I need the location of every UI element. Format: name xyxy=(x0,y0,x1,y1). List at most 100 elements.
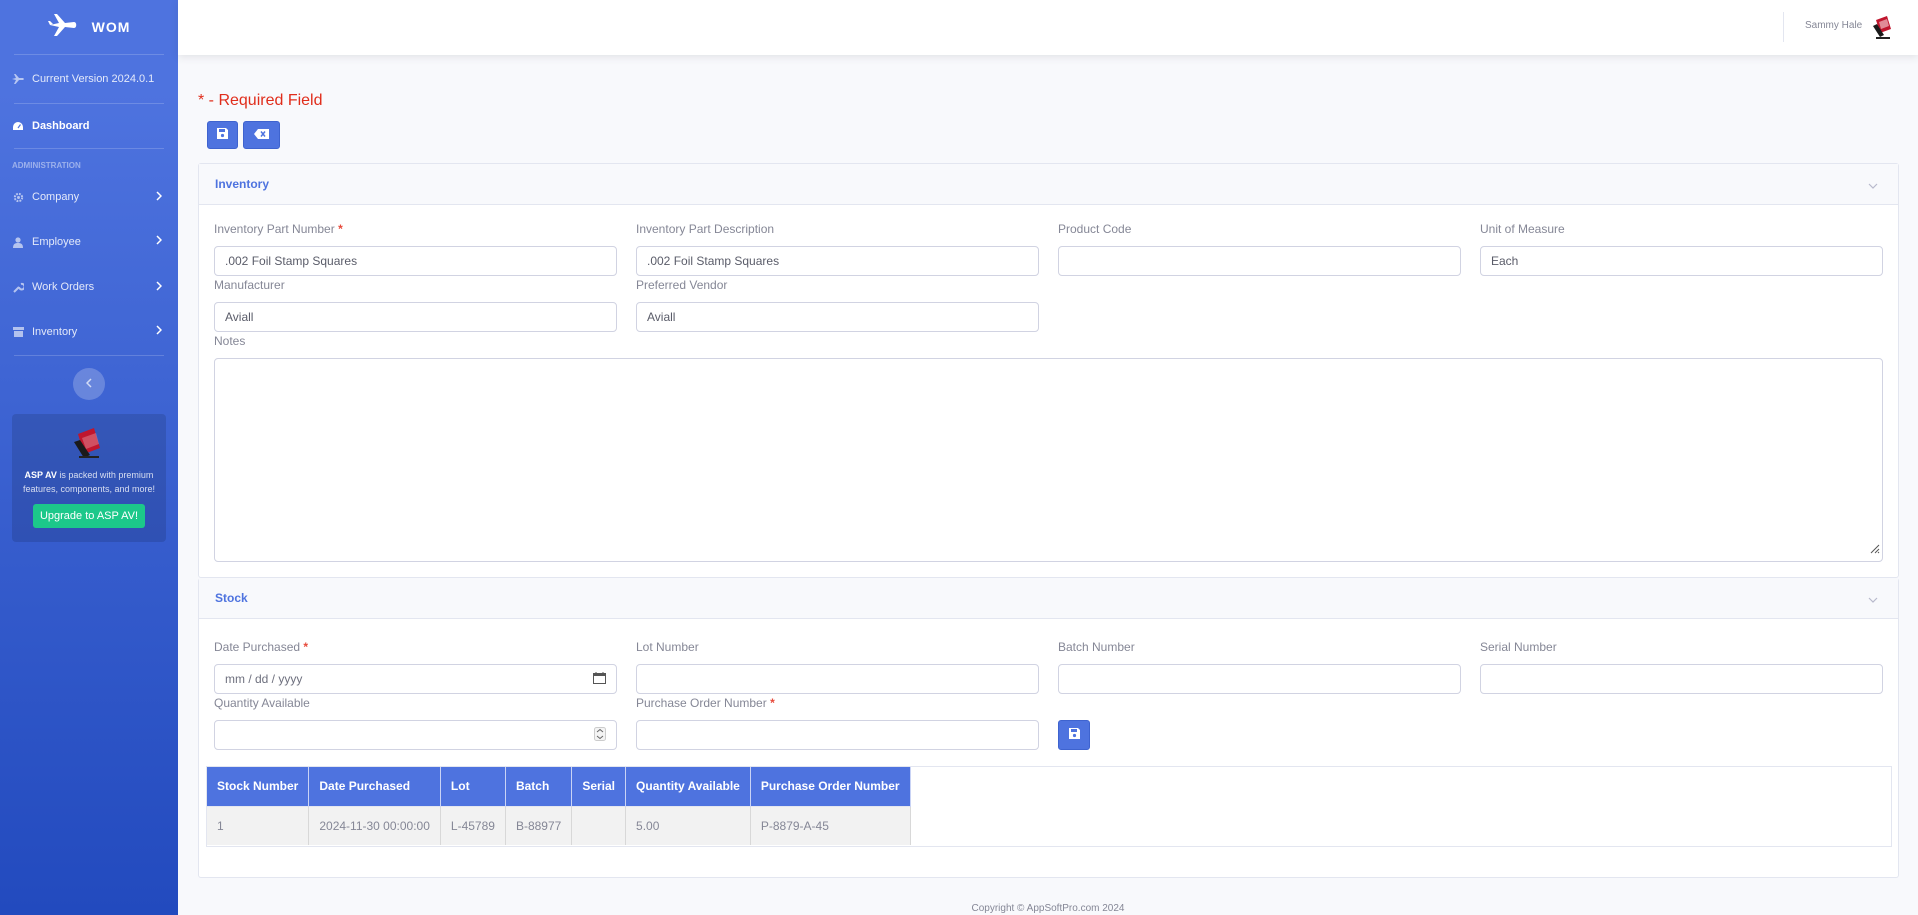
user-name[interactable]: Sammy Hale xyxy=(1805,20,1862,31)
calendar-icon[interactable] xyxy=(593,671,606,687)
table-cell: 1 xyxy=(207,805,310,845)
sidebar-item-label: Company xyxy=(32,191,80,203)
sidebar-brand[interactable]: WOM xyxy=(0,0,178,54)
chevron-down-icon[interactable] xyxy=(1868,592,1878,606)
save-button[interactable] xyxy=(207,121,238,149)
unit-of-measure-input[interactable]: Each xyxy=(1480,246,1883,276)
resize-handle-icon[interactable] xyxy=(1868,541,1880,559)
chevron-down-icon[interactable] xyxy=(1868,178,1878,192)
date-purchased-label: Date Purchased * xyxy=(214,640,308,654)
chevron-right-icon xyxy=(156,281,163,294)
manufacturer-input[interactable]: Aviall xyxy=(214,302,617,332)
required-mark: * xyxy=(303,640,309,654)
purchase-order-label: Purchase Order Number * xyxy=(636,696,775,710)
chevron-right-icon xyxy=(156,235,163,248)
sidebar-item-company[interactable]: Company xyxy=(0,175,178,219)
user-icon xyxy=(12,236,24,248)
chevron-right-icon xyxy=(156,325,163,338)
table-cell: P-8879-A-45 xyxy=(750,805,911,845)
sidebar-toggle-button[interactable] xyxy=(73,368,105,400)
column-header[interactable]: Quantity Available xyxy=(625,767,751,806)
input-value: Aviall xyxy=(647,310,676,324)
sidebar-item-label: Work Orders xyxy=(32,281,95,293)
quantity-available-label: Quantity Available xyxy=(214,696,310,710)
save-stock-button[interactable] xyxy=(1058,720,1090,750)
sidebar-item-inventory[interactable]: Inventory xyxy=(0,309,178,355)
stock-table: Stock Number Date Purchased Lot Batch Se… xyxy=(207,767,911,845)
batch-number-input[interactable] xyxy=(1058,664,1461,694)
column-header[interactable]: Purchase Order Number xyxy=(750,767,911,806)
date-purchased-input[interactable]: mm / dd / yyyy xyxy=(214,664,617,694)
column-header[interactable]: Stock Number xyxy=(207,767,310,806)
chevron-right-icon xyxy=(156,191,163,204)
column-header[interactable]: Lot xyxy=(440,767,506,806)
preferred-vendor-input[interactable]: Aviall xyxy=(636,302,1039,332)
avatar[interactable] xyxy=(1870,14,1896,40)
divider xyxy=(14,355,164,356)
notes-textarea[interactable] xyxy=(214,358,1883,562)
spinner-arrows-icon[interactable] xyxy=(594,726,606,744)
sidebar-item-label: Inventory xyxy=(32,326,78,338)
footer-copyright: Copyright © AppSoftPro.com 2024 xyxy=(971,903,1125,914)
chevron-left-icon xyxy=(85,375,92,393)
inventory-card-header[interactable]: Inventory xyxy=(199,164,1898,205)
stock-card-header[interactable]: Stock xyxy=(199,578,1898,619)
label-text: Date Purchased xyxy=(214,640,301,654)
brand-name: WOM xyxy=(91,19,131,35)
preferred-vendor-label: Preferred Vendor xyxy=(636,278,728,292)
lot-number-input[interactable] xyxy=(636,664,1039,694)
sidebar-item-employee[interactable]: Employee xyxy=(0,219,178,265)
table-cell: L-45789 xyxy=(440,805,506,845)
required-mark: * xyxy=(338,222,343,236)
topbar-divider xyxy=(1783,12,1784,42)
serial-number-input[interactable] xyxy=(1480,664,1883,694)
unit-of-measure-label: Unit of Measure xyxy=(1480,222,1565,236)
product-code-input[interactable] xyxy=(1058,246,1461,276)
batch-number-label: Batch Number xyxy=(1058,640,1135,654)
manufacturer-label: Manufacturer xyxy=(214,278,285,292)
table-row[interactable]: 1 2024-11-30 00:00:00 L-45789 B-88977 5.… xyxy=(207,805,911,845)
table-header-row: Stock Number Date Purchased Lot Batch Se… xyxy=(207,767,911,806)
topbar: Sammy Hale xyxy=(178,0,1918,55)
serial-number-label: Serial Number xyxy=(1480,640,1557,654)
table-cell: 2024-11-30 00:00:00 xyxy=(308,805,441,845)
part-description-label: Inventory Part Description xyxy=(636,222,775,236)
backspace-icon xyxy=(254,126,269,144)
purchase-order-input[interactable] xyxy=(636,720,1039,750)
table-cell: B-88977 xyxy=(505,805,573,845)
product-code-label: Product Code xyxy=(1058,222,1132,236)
clear-button[interactable] xyxy=(243,121,280,149)
input-value: Each xyxy=(1491,254,1519,268)
plane-icon xyxy=(47,12,78,43)
notes-label: Notes xyxy=(214,334,246,348)
stock-table-container: Stock Number Date Purchased Lot Batch Se… xyxy=(206,766,1892,847)
quantity-available-stepper[interactable] xyxy=(214,720,617,750)
stock-card-title: Stock xyxy=(215,591,248,605)
upgrade-button[interactable]: Upgrade to ASP AV! xyxy=(32,504,146,528)
sidebar-heading: Administration xyxy=(12,161,81,170)
part-number-input[interactable]: .002 Foil Stamp Squares xyxy=(214,246,617,276)
table-cell: 5.00 xyxy=(625,805,751,845)
floppy-disk-icon xyxy=(217,126,228,144)
table-cell xyxy=(571,805,627,845)
sidebar-item-version[interactable]: Current Version 2024.0.1 xyxy=(0,55,178,103)
promo-text: ASP AV is packed with premium features, … xyxy=(20,468,158,496)
appsoftpro-logo xyxy=(70,424,108,462)
part-number-label: Inventory Part Number * xyxy=(214,222,343,236)
sidebar-item-work-orders[interactable]: Work Orders xyxy=(0,265,178,309)
promo-card: ASP AV is packed with premium features, … xyxy=(12,414,166,542)
column-header[interactable]: Batch xyxy=(505,767,573,806)
required-mark: * xyxy=(770,696,775,710)
column-header[interactable]: Serial xyxy=(571,767,627,806)
required-field-note: * - Required Field xyxy=(198,92,323,109)
floppy-disk-icon xyxy=(1068,726,1080,744)
inventory-card-title: Inventory xyxy=(215,177,270,191)
date-placeholder: mm / dd / yyyy xyxy=(225,672,303,686)
sidebar: WOM Current Version 2024.0.1 Dashboard A… xyxy=(0,0,178,915)
plane-icon xyxy=(12,74,24,84)
column-header[interactable]: Date Purchased xyxy=(308,767,441,806)
part-description-input[interactable]: .002 Foil Stamp Squares xyxy=(636,246,1039,276)
sidebar-item-dashboard[interactable]: Dashboard xyxy=(0,104,178,148)
version-label: Current Version 2024.0.1 xyxy=(32,73,155,85)
promo-product: ASP AV xyxy=(24,470,57,480)
